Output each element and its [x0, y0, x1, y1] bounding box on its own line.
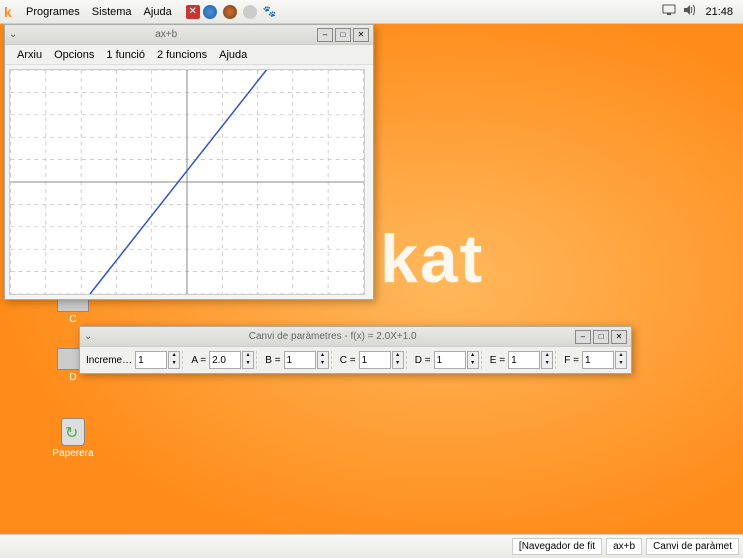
close-button[interactable]: ✕: [353, 28, 369, 42]
spinner-c[interactable]: ▴▾: [392, 351, 404, 369]
bottom-panel: [Navegador de fit ax+b Canvi de paràmet: [0, 534, 743, 558]
input-e[interactable]: [508, 351, 540, 369]
top-panel: k Programes Sistema Ajuda ✕ 🐾 21:48: [0, 0, 743, 24]
label-b: B =: [263, 355, 282, 366]
icon-label: Paperera: [48, 448, 98, 459]
label-f: F =: [562, 355, 581, 366]
spinner-a[interactable]: ▴▾: [242, 351, 254, 369]
spinner-d[interactable]: ▴▾: [467, 351, 479, 369]
label-a: A =: [189, 355, 208, 366]
increment-label: Increme…: [84, 355, 134, 366]
chevron-down-icon[interactable]: ⌄: [9, 29, 17, 40]
plot-menubar: Arxiu Opcions 1 funció 2 funcions Ajuda: [5, 45, 373, 65]
volume-icon[interactable]: [682, 3, 696, 20]
spinner-e[interactable]: ▴▾: [541, 351, 553, 369]
input-d[interactable]: [434, 351, 466, 369]
input-c[interactable]: [359, 351, 391, 369]
label-c: C =: [338, 355, 358, 366]
input-b[interactable]: [284, 351, 316, 369]
param-titlebar[interactable]: ⌄ Canvi de paràmetres - f(x) = 2.0X+1.0 …: [80, 327, 631, 347]
trash-icon: [61, 418, 85, 446]
task-filebrowser[interactable]: [Navegador de fit: [512, 538, 602, 555]
close-button[interactable]: ✕: [611, 330, 627, 344]
input-f[interactable]: [582, 351, 614, 369]
firefox-icon[interactable]: [203, 5, 217, 19]
menu-opcions[interactable]: Opcions: [48, 47, 100, 63]
param-window: ⌄ Canvi de paràmetres - f(x) = 2.0X+1.0 …: [79, 326, 632, 374]
menu-2funcions[interactable]: 2 funcions: [151, 47, 213, 63]
gimp-icon[interactable]: 🐾: [263, 5, 277, 18]
task-axb[interactable]: ax+b: [606, 538, 642, 555]
input-a[interactable]: [209, 351, 241, 369]
distro-logo[interactable]: k: [4, 4, 20, 20]
browser-icon[interactable]: [223, 5, 237, 19]
clock[interactable]: 21:48: [699, 6, 739, 18]
desktop-icon-trash[interactable]: Paperera: [48, 418, 98, 459]
label-d: D =: [413, 355, 433, 366]
plot-window-title: ax+b: [17, 29, 315, 40]
panel-menu-ajuda[interactable]: Ajuda: [138, 4, 178, 20]
close-icon[interactable]: ✕: [186, 5, 200, 19]
chevron-down-icon[interactable]: ⌄: [84, 331, 92, 342]
minimize-button[interactable]: –: [575, 330, 591, 344]
spinner-f[interactable]: ▴▾: [615, 351, 627, 369]
label-e: E =: [488, 355, 507, 366]
plot-canvas: [9, 69, 365, 295]
plot-titlebar[interactable]: ⌄ ax+b – □ ✕: [5, 25, 373, 45]
increment-spinner[interactable]: ▴▾: [168, 351, 180, 369]
maximize-button[interactable]: □: [335, 28, 351, 42]
param-toolbar: Increme… ▴▾ A = ▴▾ B = ▴▾ C = ▴▾ D = ▴▾: [80, 347, 631, 373]
display-icon[interactable]: [662, 4, 676, 19]
param-window-title: Canvi de paràmetres - f(x) = 2.0X+1.0: [92, 331, 573, 342]
menu-ajuda[interactable]: Ajuda: [213, 47, 253, 63]
panel-menu-programes[interactable]: Programes: [20, 4, 86, 20]
plot-window: ⌄ ax+b – □ ✕ Arxiu Opcions 1 funció 2 fu…: [4, 24, 374, 300]
menu-1funcio[interactable]: 1 funció: [100, 47, 151, 63]
icon-label: C: [48, 314, 98, 325]
maximize-button[interactable]: □: [593, 330, 609, 344]
task-params[interactable]: Canvi de paràmet: [646, 538, 739, 555]
menu-arxiu[interactable]: Arxiu: [11, 47, 48, 63]
increment-input[interactable]: [135, 351, 167, 369]
panel-menu-sistema[interactable]: Sistema: [86, 4, 138, 20]
spinner-b[interactable]: ▴▾: [317, 351, 329, 369]
minimize-button[interactable]: –: [317, 28, 333, 42]
app-icon[interactable]: [243, 5, 257, 19]
